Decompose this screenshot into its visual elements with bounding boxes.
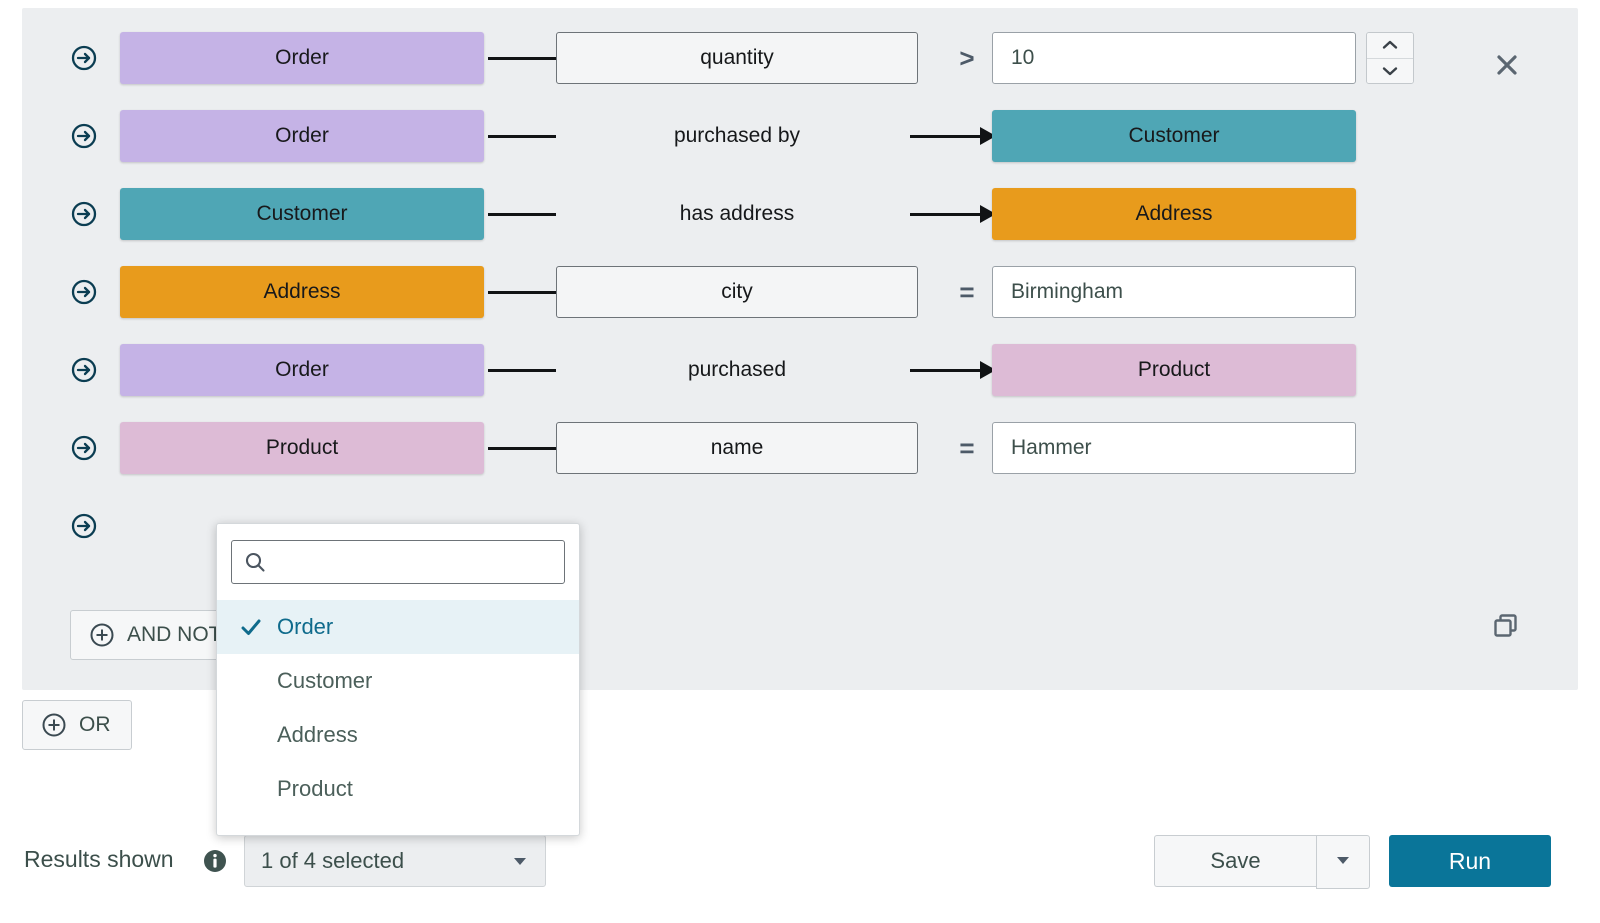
- relation-label-wrap: purchased: [556, 344, 918, 396]
- condition-row: Order purchased by Customer: [22, 105, 1578, 167]
- run-button[interactable]: Run: [1389, 835, 1551, 887]
- comparison-operator[interactable]: >: [942, 32, 992, 84]
- condition-row: Customer has address Address: [22, 183, 1578, 245]
- connector-line: [488, 213, 556, 216]
- source-entity-chip[interactable]: Order: [120, 344, 484, 396]
- target-entity-label: Address: [1135, 202, 1212, 226]
- source-entity-chip[interactable]: Customer: [120, 188, 484, 240]
- results-shown-select[interactable]: 1 of 4 selected: [244, 835, 546, 887]
- plus-circle-icon: [89, 622, 115, 648]
- condition-value-input[interactable]: [992, 266, 1356, 318]
- relation-label-wrap: purchased by: [556, 110, 918, 162]
- comparison-operator[interactable]: =: [942, 266, 992, 318]
- condition-row: Order purchased Product: [22, 339, 1578, 401]
- dropdown-option-label: Product: [277, 776, 353, 802]
- target-entity-chip[interactable]: Customer: [992, 110, 1356, 162]
- condition-row: Order quantity >: [22, 27, 1578, 89]
- relation-arrow-icon: [910, 134, 996, 138]
- connector-line: [488, 135, 556, 138]
- comparison-operator-label: =: [959, 277, 974, 308]
- dropdown-search-input[interactable]: [276, 550, 552, 574]
- relation-arrow-icon: [910, 368, 996, 372]
- source-entity-chip[interactable]: Order: [120, 32, 484, 84]
- comparison-operator[interactable]: =: [942, 422, 992, 474]
- source-entity-label: Customer: [256, 202, 347, 226]
- predicate-field[interactable]: quantity: [556, 32, 918, 84]
- condition-row: Product name =: [22, 417, 1578, 479]
- arrow-right-circle-icon[interactable]: [70, 122, 98, 150]
- save-dropdown-toggle[interactable]: [1316, 835, 1370, 889]
- source-entity-chip[interactable]: Address: [120, 266, 484, 318]
- arrow-right-circle-icon[interactable]: [70, 200, 98, 228]
- search-icon: [244, 551, 266, 573]
- chevron-down-icon: [1334, 851, 1352, 874]
- check-icon: [239, 615, 263, 639]
- plus-circle-icon: [41, 712, 67, 738]
- add-or-button[interactable]: OR: [22, 700, 132, 750]
- condition-value-input[interactable]: [992, 32, 1356, 84]
- relation-label: has address: [680, 202, 794, 226]
- predicate-field[interactable]: name: [556, 422, 918, 474]
- dropdown-search-box[interactable]: [231, 540, 565, 584]
- connector-line: [488, 369, 556, 372]
- connector-line: [488, 291, 556, 294]
- arrow-right-circle-icon[interactable]: [70, 278, 98, 306]
- target-entity-label: Product: [1138, 358, 1210, 382]
- relation-label-wrap: has address: [556, 188, 918, 240]
- comparison-operator-label: >: [959, 43, 974, 74]
- results-shown-label: Results shown: [24, 846, 174, 873]
- comparison-operator-label: =: [959, 433, 974, 464]
- source-entity-label: Order: [275, 124, 329, 148]
- arrow-right-circle-icon[interactable]: [70, 356, 98, 384]
- condition-row: Address city =: [22, 261, 1578, 323]
- target-entity-chip[interactable]: Product: [992, 344, 1356, 396]
- condition-value-input[interactable]: [992, 422, 1356, 474]
- dropdown-option[interactable]: Order: [217, 600, 579, 654]
- stepper-up-button[interactable]: [1367, 33, 1413, 58]
- dropdown-option[interactable]: Customer: [217, 654, 579, 708]
- arrow-right-circle-icon[interactable]: [70, 512, 98, 540]
- arrow-right-circle-icon[interactable]: [70, 434, 98, 462]
- source-entity-label: Product: [266, 436, 338, 460]
- predicate-label: name: [711, 436, 764, 460]
- connector-line: [488, 57, 556, 60]
- dropdown-option-label: Address: [277, 722, 358, 748]
- results-shown-value: 1 of 4 selected: [261, 848, 404, 874]
- source-entity-chip[interactable]: Product: [120, 422, 484, 474]
- dropdown-option-label: Order: [277, 614, 333, 640]
- source-entity-label: Address: [263, 280, 340, 304]
- entity-select-dropdown: Order Customer Address Product: [216, 523, 580, 836]
- add-or-label: OR: [79, 713, 111, 737]
- predicate-label: city: [721, 280, 753, 304]
- stepper-down-button[interactable]: [1367, 58, 1413, 84]
- source-entity-label: Order: [275, 46, 329, 70]
- source-entity-label: Order: [275, 358, 329, 382]
- dropdown-option[interactable]: Address: [217, 708, 579, 762]
- dropdown-option[interactable]: Product: [217, 762, 579, 816]
- relation-label: purchased: [688, 358, 786, 382]
- query-builder-screen: Orderquantity>Orderpurchased byCustomerC…: [0, 0, 1600, 923]
- bottom-action-bar: Results shown 1 of 4 selected Save Run: [0, 828, 1600, 898]
- dropdown-option-label: Customer: [277, 668, 372, 694]
- connector-line: [488, 447, 556, 450]
- save-button[interactable]: Save: [1154, 835, 1316, 887]
- number-stepper: [1366, 32, 1414, 84]
- target-entity-label: Customer: [1128, 124, 1219, 148]
- save-button-group: Save: [1154, 835, 1370, 887]
- duplicate-icon[interactable]: [1492, 612, 1520, 640]
- condition-rows: Orderquantity>Orderpurchased byCustomerC…: [22, 27, 1578, 573]
- target-entity-chip[interactable]: Address: [992, 188, 1356, 240]
- relation-label: purchased by: [674, 124, 800, 148]
- predicate-field[interactable]: city: [556, 266, 918, 318]
- dropdown-option-list: Order Customer Address Product: [217, 600, 579, 816]
- relation-arrow-icon: [910, 212, 996, 216]
- chevron-down-icon: [511, 852, 529, 870]
- info-icon[interactable]: [202, 848, 228, 874]
- predicate-label: quantity: [700, 46, 774, 70]
- add-and-not-label: AND NOT: [127, 623, 222, 647]
- arrow-right-circle-icon[interactable]: [70, 44, 98, 72]
- source-entity-chip[interactable]: Order: [120, 110, 484, 162]
